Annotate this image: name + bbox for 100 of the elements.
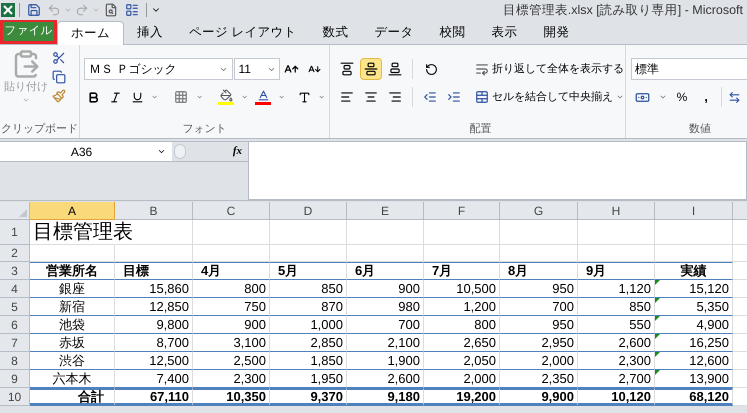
name-box[interactable]: A36 bbox=[0, 142, 172, 161]
table-cell: 2,100 bbox=[347, 334, 424, 352]
underline-icon bbox=[131, 90, 144, 104]
comma-button[interactable]: , bbox=[697, 86, 715, 108]
vertical-align-button[interactable] bbox=[360, 58, 382, 80]
wrap-text-button[interactable]: 折り返して全体を表示する bbox=[473, 58, 626, 80]
column-heading: 営業所名 bbox=[30, 262, 115, 280]
row-header[interactable]: 9 bbox=[0, 370, 30, 388]
row-header[interactable]: 3 bbox=[0, 262, 30, 280]
column-header[interactable]: E bbox=[347, 202, 424, 220]
table-cell: 2,650 bbox=[424, 334, 500, 352]
column-header[interactable]: B bbox=[115, 202, 193, 220]
table-cell: 980 bbox=[347, 298, 424, 316]
ribbon-tab[interactable]: ページ レイアウト bbox=[176, 21, 310, 44]
row-header[interactable]: 5 bbox=[0, 298, 30, 316]
percent-button[interactable]: % bbox=[673, 86, 691, 108]
row-header[interactable]: 6 bbox=[0, 316, 30, 334]
caret-icon bbox=[659, 93, 667, 101]
row-header[interactable]: 7 bbox=[0, 334, 30, 352]
table-cell: 10,120 bbox=[578, 388, 655, 406]
window-title: 目標管理表.xlsx [読み取り専用] - Microsoft bbox=[502, 2, 744, 19]
table-cell: 1,120 bbox=[578, 280, 655, 298]
undo-icon bbox=[47, 3, 61, 17]
table-cell: 2,850 bbox=[270, 334, 347, 352]
table-cell: 合計 bbox=[30, 388, 115, 406]
column-header[interactable]: H bbox=[578, 202, 655, 220]
row-header[interactable]: 8 bbox=[0, 352, 30, 370]
column-heading: 6月 bbox=[347, 262, 424, 280]
row-header[interactable]: 1 bbox=[0, 220, 30, 245]
column-header[interactable]: F bbox=[424, 202, 500, 220]
table-cell: 2,600 bbox=[578, 334, 655, 352]
table-cell: 10,350 bbox=[193, 388, 270, 406]
ribbon-tab[interactable]: 挿入 bbox=[124, 21, 176, 44]
table-cell: 15,860 bbox=[115, 280, 193, 298]
table-cell: 9,900 bbox=[500, 388, 578, 406]
table-cell: 9,800 bbox=[115, 316, 193, 334]
redo-icon bbox=[75, 3, 89, 17]
copy-icon bbox=[52, 70, 66, 84]
caret-icon bbox=[278, 93, 286, 101]
ribbon-tab[interactable]: ホーム bbox=[57, 21, 124, 45]
increase-indent-icon bbox=[447, 90, 461, 104]
column-heading: 7月 bbox=[424, 262, 500, 280]
table-cell: 800 bbox=[424, 316, 500, 334]
scissors-icon bbox=[52, 51, 66, 65]
table-cell: 12,500 bbox=[115, 352, 193, 370]
formula-bar-handle[interactable] bbox=[174, 144, 186, 159]
error-indicator-icon bbox=[655, 334, 660, 339]
table-cell: 7,400 bbox=[115, 370, 193, 388]
caret-icon bbox=[92, 6, 100, 14]
table-cell: 10,500 bbox=[424, 280, 500, 298]
save-icon bbox=[27, 3, 41, 17]
column-header[interactable]: D bbox=[270, 202, 347, 220]
error-indicator-icon bbox=[655, 316, 660, 321]
column-header[interactable]: A bbox=[30, 202, 115, 220]
print-preview-icon bbox=[104, 3, 118, 17]
column-heading: 目標 bbox=[115, 262, 193, 280]
number-format-field[interactable]: 標準 bbox=[631, 58, 747, 80]
decimal-icon bbox=[728, 90, 741, 104]
table-cell: 赤坂 bbox=[30, 334, 115, 352]
fill-color-icon bbox=[220, 89, 233, 102]
font-size-field[interactable]: 11 bbox=[234, 58, 280, 80]
bold-icon bbox=[86, 90, 100, 104]
error-indicator-icon bbox=[655, 370, 660, 375]
ribbon-tab[interactable]: 校閲 bbox=[426, 21, 478, 44]
table-cell: 68,120 bbox=[655, 388, 733, 406]
horizontal-align-icon bbox=[364, 90, 378, 104]
table-cell: 銀座 bbox=[30, 280, 115, 298]
ribbon-tab[interactable]: 開発 bbox=[530, 21, 582, 44]
table-cell: 850 bbox=[270, 280, 347, 298]
file-tab[interactable]: ファイル bbox=[3, 22, 54, 41]
column-header[interactable]: G bbox=[500, 202, 578, 220]
table-cell: 2,350 bbox=[500, 370, 578, 388]
error-indicator-icon bbox=[655, 280, 660, 285]
table-cell: 2,300 bbox=[578, 352, 655, 370]
ribbon-tab[interactable]: 表示 bbox=[478, 21, 530, 44]
table-cell: 2,000 bbox=[500, 352, 578, 370]
ribbon-tab[interactable]: データ bbox=[361, 21, 426, 44]
table-cell: 2,950 bbox=[500, 334, 578, 352]
table-cell: 六本木 bbox=[30, 370, 115, 388]
vertical-align-icon bbox=[340, 62, 354, 76]
formula-input[interactable] bbox=[248, 141, 747, 200]
table-cell: 950 bbox=[500, 280, 578, 298]
table-cell: 新宿 bbox=[30, 298, 115, 316]
row-header[interactable]: 4 bbox=[0, 280, 30, 298]
column-header[interactable]: I bbox=[655, 202, 733, 220]
caret-icon bbox=[241, 93, 248, 101]
row-header[interactable]: 2 bbox=[0, 245, 30, 262]
insert-function-button[interactable]: fx bbox=[232, 143, 242, 160]
table-cell: 12,850 bbox=[115, 298, 193, 316]
error-indicator-icon bbox=[655, 352, 660, 357]
row-header[interactable]: 10 bbox=[0, 388, 30, 406]
group-label: クリップボード bbox=[1, 124, 78, 134]
ribbon-tab[interactable]: 数式 bbox=[309, 21, 362, 44]
table-cell: 750 bbox=[193, 298, 270, 316]
column-header[interactable]: C bbox=[193, 202, 270, 220]
font-name-field[interactable]: ＭＳ Ｐゴシック bbox=[84, 58, 234, 80]
merge-center-button[interactable]: セルを結合して中央揃え bbox=[473, 86, 626, 108]
table-cell: 19,200 bbox=[424, 388, 500, 406]
decrease-indent-icon bbox=[423, 90, 437, 104]
phonetic-icon bbox=[298, 90, 312, 104]
